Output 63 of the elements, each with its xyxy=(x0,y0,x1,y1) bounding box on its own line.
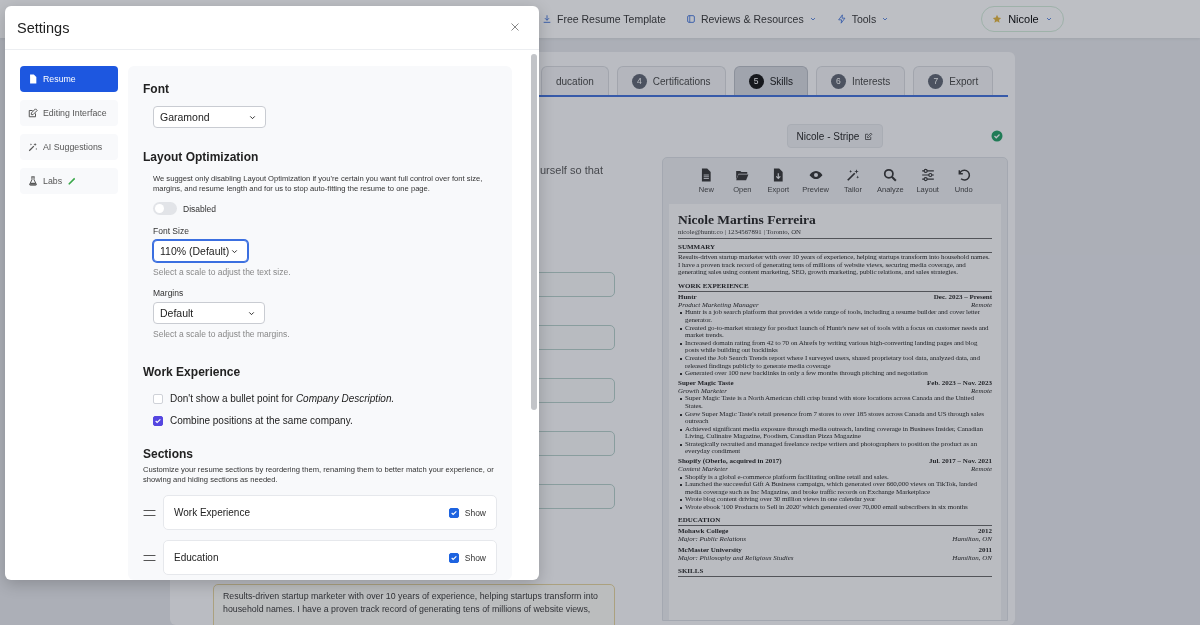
step-tab[interactable]: 7 Export xyxy=(913,66,994,95)
document-icon xyxy=(28,74,38,84)
field-label: Font Size xyxy=(153,226,190,236)
checkbox-label: Don't show a bullet point for Company Description. xyxy=(170,393,395,404)
step-tab[interactable]: 6 Interests xyxy=(815,66,906,95)
instruction-text: urself so that xyxy=(539,164,604,176)
dropdown-select[interactable]: 110% (Default) xyxy=(153,240,248,262)
edit-icon xyxy=(864,131,874,141)
star-icon xyxy=(992,14,1003,24)
settings-nav-item[interactable]: Resume xyxy=(20,66,118,92)
settings-nav-item[interactable]: Editing Interface xyxy=(20,100,118,126)
drag-handle-icon[interactable] xyxy=(143,553,156,562)
folder-icon xyxy=(735,168,750,182)
nav-link[interactable]: Reviews & Resources xyxy=(685,13,817,25)
checkbox[interactable] xyxy=(153,415,163,426)
chevron-down-icon xyxy=(1044,15,1053,23)
magic-wand-icon xyxy=(28,142,38,152)
book-icon xyxy=(685,14,696,24)
section-name: Education xyxy=(174,552,219,563)
undo-icon xyxy=(956,168,971,182)
dropdown-select[interactable]: Garamond xyxy=(153,106,266,128)
drag-handle-icon[interactable] xyxy=(143,508,156,517)
dialog-title: Settings xyxy=(17,19,70,36)
sliders-icon xyxy=(920,168,935,182)
settings-nav-item[interactable]: Labs xyxy=(20,168,118,194)
checkbox-label: Show xyxy=(464,507,486,518)
close-icon xyxy=(509,20,521,33)
step-tab[interactable]: 4 Certifications xyxy=(616,66,726,95)
nav-link[interactable]: Tools xyxy=(836,13,890,25)
section-heading: Work Experience xyxy=(143,365,242,380)
document-icon xyxy=(699,168,714,182)
toggle-switch[interactable] xyxy=(153,202,177,215)
test-tube-icon xyxy=(67,176,77,186)
summary-field[interactable]: Results-driven startup marketer with over 10 years of experience, helping startups transform into household names. I have a proven track record of generating tens of millions of website views, xyxy=(213,584,615,625)
help-text: Select a scale to adjust the margins. xyxy=(153,329,291,339)
flask-icon xyxy=(28,176,38,186)
nav-link[interactable]: Free Resume Template xyxy=(542,13,666,25)
step-tab[interactable]: ducation xyxy=(541,66,609,95)
help-text: Select a scale to adjust the text size. xyxy=(153,267,292,277)
scrollbar-thumb[interactable] xyxy=(531,54,537,410)
search-icon xyxy=(883,168,898,182)
download-icon xyxy=(542,14,552,24)
user-menu-button[interactable]: Nicole xyxy=(981,6,1064,32)
section-heading: Font xyxy=(143,82,170,97)
checkbox[interactable] xyxy=(448,507,459,518)
eye-icon xyxy=(808,168,823,182)
dropdown-select[interactable]: Default xyxy=(153,302,265,324)
document-title-button[interactable]: Nicole - Stripe xyxy=(786,124,884,148)
step-tab[interactable]: 5 Skills xyxy=(733,66,808,95)
magic-wand-icon xyxy=(846,168,860,182)
settings-nav-item[interactable]: AI Suggestions xyxy=(20,134,118,160)
toggle-label: Disabled xyxy=(183,203,217,214)
document-download-icon xyxy=(771,168,786,182)
section-heading: Layout Optimization xyxy=(143,150,260,165)
section-heading: Sections xyxy=(143,447,194,462)
lightning-bolt-icon xyxy=(836,14,847,24)
checkbox-label: Show xyxy=(464,552,486,563)
checkbox[interactable] xyxy=(448,552,459,563)
resume-name: Nicole Martins Ferreira xyxy=(678,212,817,227)
checkbox-label: Combine positions at the same company. xyxy=(170,415,353,426)
section-name: Work Experience xyxy=(174,507,250,518)
field-label: Margins xyxy=(153,288,185,298)
edit-icon xyxy=(28,108,38,118)
